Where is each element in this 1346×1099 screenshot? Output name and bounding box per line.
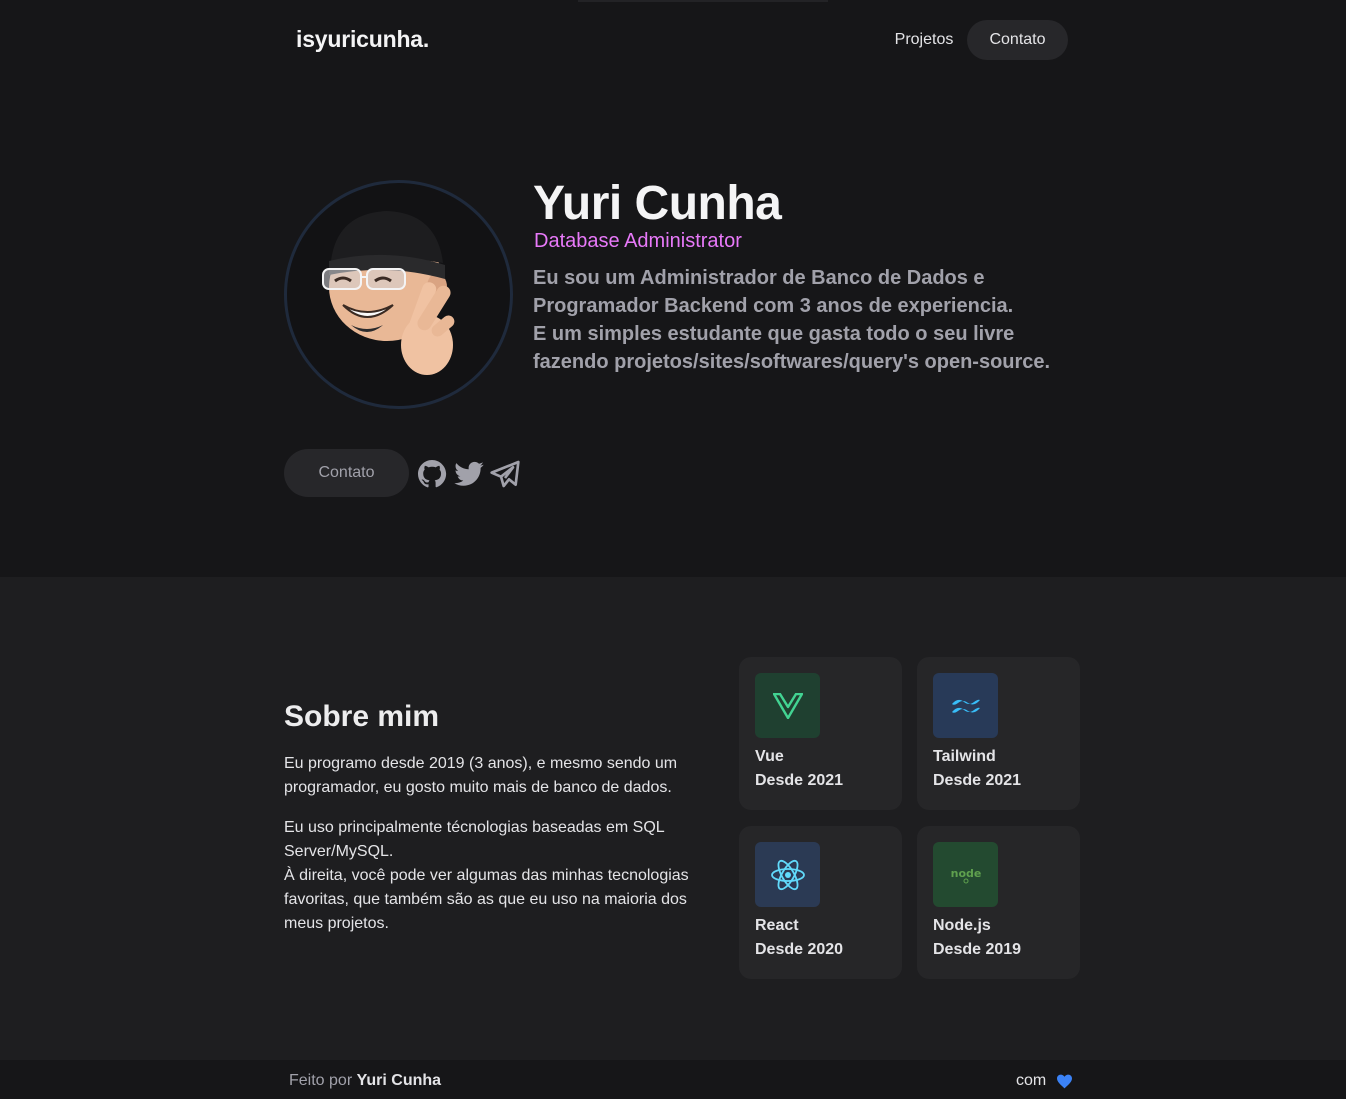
twitter-link[interactable] (453, 458, 485, 490)
tech-name: Tailwind (933, 748, 996, 765)
nav-link-contato[interactable]: Contato (967, 20, 1068, 60)
memoji-avatar-icon (322, 211, 455, 375)
hero-name: Yuri Cunha (533, 177, 782, 230)
footer-credit: Feito por Yuri Cunha (289, 1072, 441, 1090)
tech-card-react: React Desde 2020 (739, 826, 902, 979)
footer-author-link[interactable]: Yuri Cunha (357, 1072, 441, 1089)
hero-bio: Eu sou um Administrador de Banco de Dado… (533, 264, 1093, 376)
nav-link-projetos[interactable]: Projetos (880, 20, 968, 60)
react-icon (755, 842, 820, 907)
tech-card-nodejs: node Node.js Desde 2019 (917, 826, 1080, 979)
about-paragraph-line: À direita, você pode ver algumas das min… (284, 867, 689, 932)
nodejs-icon: node (933, 842, 998, 907)
about-paragraph: Eu programo desde 2019 (3 anos), e mesmo… (284, 755, 678, 796)
about-paragraph: Eu uso principalmente técnologias basead… (284, 816, 714, 936)
site-header: isyuricunha. Projetos Contato (0, 0, 1346, 80)
github-link[interactable] (416, 458, 448, 490)
site-logo[interactable]: isyuricunha. (296, 26, 429, 53)
hero-bio-line: fazendo projetos/sites/softwares/query's… (533, 351, 1051, 373)
vue-icon (755, 673, 820, 738)
hero-bio-line: Eu sou um Administrador de Banco de Dado… (533, 267, 985, 289)
hero-bio-line: Programador Backend com 3 anos de experi… (533, 295, 1014, 317)
hero-role: Database Administrator (534, 230, 742, 252)
tech-since: Desde 2021 (933, 772, 1022, 789)
footer-with-label: com (1016, 1072, 1047, 1089)
telegram-icon (490, 460, 520, 488)
about-section: Sobre mim Eu programo desde 2019 (3 anos… (0, 577, 1346, 1060)
tech-card-tailwind: Tailwind Desde 2021 (917, 657, 1080, 810)
hero-bio-line: E um simples estudante que gasta todo o … (533, 323, 1015, 345)
svg-text:node: node (950, 867, 981, 880)
about-paragraph-line: Eu uso principalmente técnologias basead… (284, 819, 665, 860)
tech-card-vue: Vue Desde 2021 (739, 657, 902, 810)
tech-since: Desde 2020 (755, 941, 844, 958)
tech-name: React (755, 917, 799, 934)
tech-since: Desde 2021 (755, 772, 844, 789)
twitter-icon (454, 461, 484, 486)
tailwind-icon (933, 673, 998, 738)
github-icon (418, 460, 447, 488)
heart-icon (1057, 1074, 1072, 1089)
tech-name: Node.js (933, 917, 991, 934)
tech-name: Vue (755, 748, 784, 765)
contact-button[interactable]: Contato (284, 449, 409, 497)
hero-section: Yuri Cunha Database Administrator Eu sou… (0, 80, 1346, 577)
footer-credit-prefix: Feito por (289, 1072, 353, 1089)
avatar (284, 180, 513, 409)
tech-since: Desde 2019 (933, 941, 1022, 958)
about-title: Sobre mim (284, 700, 440, 733)
telegram-link[interactable] (489, 458, 521, 490)
site-footer: Feito por Yuri Cunha com (0, 1060, 1346, 1099)
